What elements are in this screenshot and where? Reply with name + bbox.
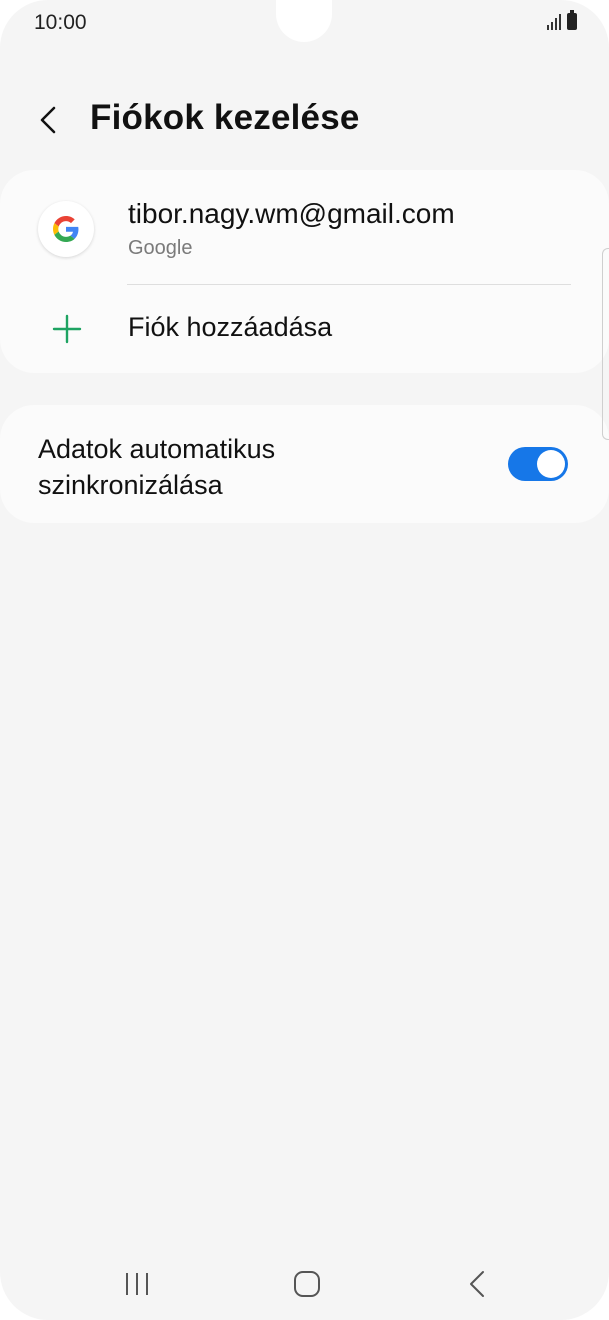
plus-icon <box>52 314 82 344</box>
add-account-button[interactable]: Fiók hozzáadása <box>0 288 609 373</box>
recents-icon[interactable] <box>122 1270 152 1298</box>
status-bar: 10:00 <box>0 0 609 46</box>
google-icon <box>38 201 94 257</box>
camera-notch <box>276 0 332 42</box>
navigation-bar <box>0 1250 609 1320</box>
back-button[interactable] <box>30 98 70 142</box>
sync-label: Adatok automatikus szinkronizálása <box>38 431 338 503</box>
account-item-google[interactable]: tibor.nagy.wm@gmail.com Google <box>0 170 609 285</box>
scrollbar[interactable] <box>602 248 609 440</box>
sync-toggle[interactable] <box>508 447 568 481</box>
chevron-left-icon <box>40 106 56 134</box>
battery-icon <box>567 10 577 30</box>
divider <box>127 284 571 285</box>
signal-icon <box>547 14 561 30</box>
back-icon[interactable] <box>465 1268 489 1300</box>
home-icon[interactable] <box>293 1270 321 1298</box>
sync-card[interactable]: Adatok automatikus szinkronizálása <box>0 405 609 523</box>
account-email: tibor.nagy.wm@gmail.com <box>128 198 455 229</box>
system-icons <box>547 10 577 30</box>
accounts-card: tibor.nagy.wm@gmail.com Google Fiók hozz… <box>0 170 609 373</box>
app-header: Fiókok kezelése <box>0 90 609 150</box>
phone-screen: 10:00 Fiókok kezelése tibor.nagy.wm@gmai… <box>0 0 609 1320</box>
sync-label-text: Adatok automatikus szinkronizálása <box>38 434 276 500</box>
account-provider: Google <box>128 237 193 259</box>
status-time: 10:00 <box>34 11 87 34</box>
toggle-knob <box>537 450 565 478</box>
add-account-label: Fiók hozzáadása <box>128 312 333 342</box>
page-title: Fiókok kezelése <box>90 98 360 137</box>
